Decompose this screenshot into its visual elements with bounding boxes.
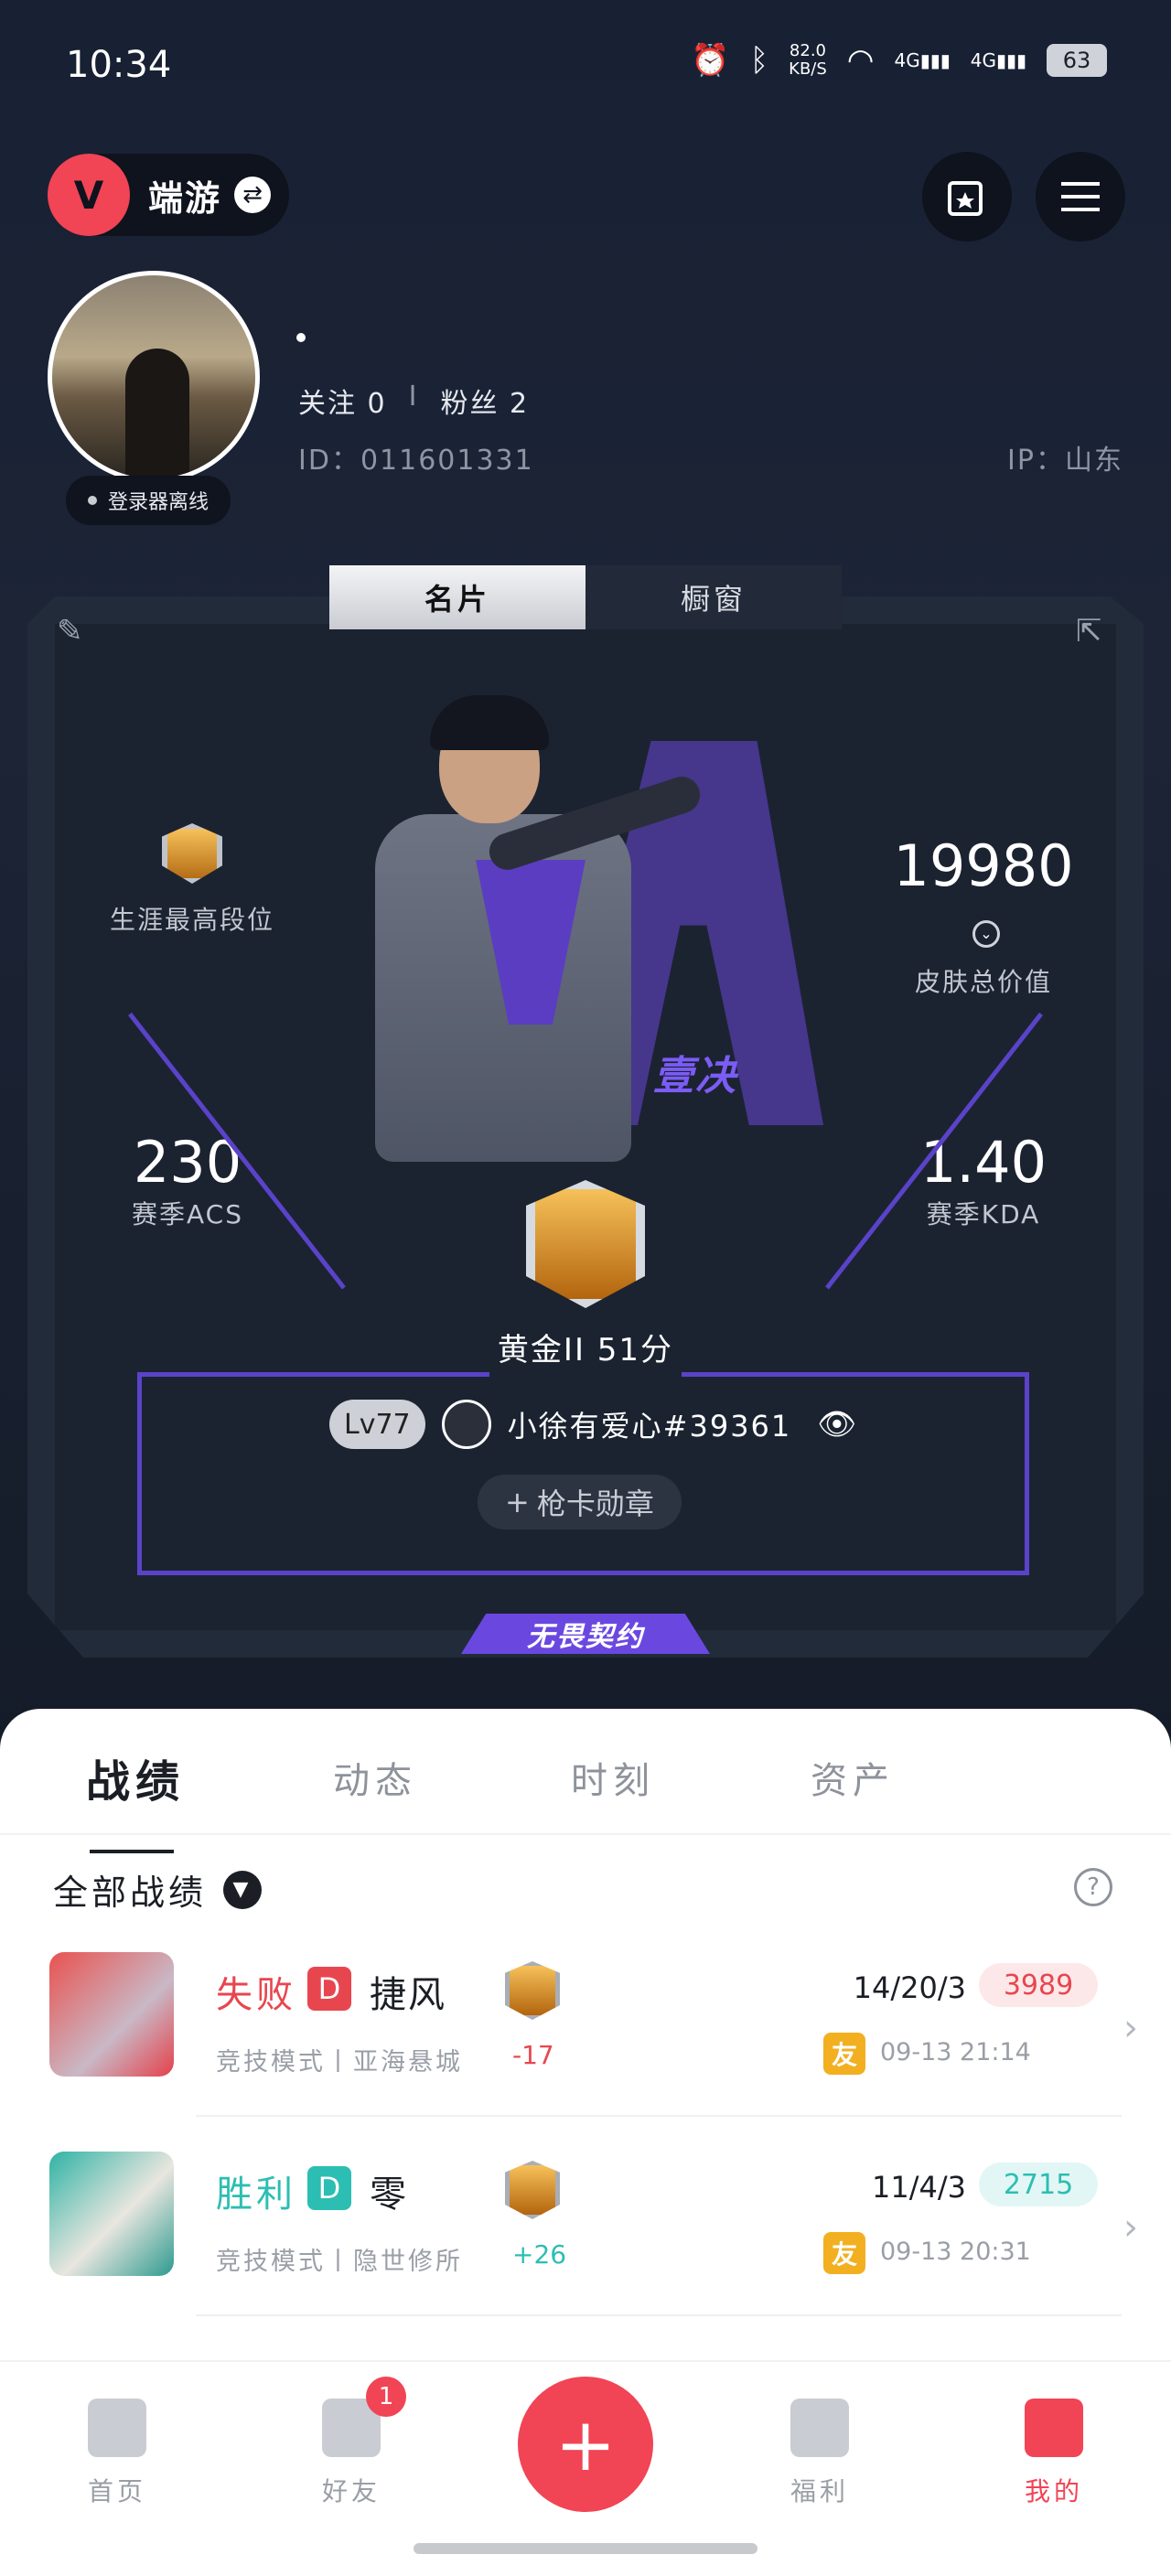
agent-avatar bbox=[49, 2152, 174, 2276]
contract-banner: 无畏契约 bbox=[461, 1614, 710, 1654]
match-row[interactable]: 胜利 D 零 竞技模式丨隐世修所 +26 11/4/3 2715 友 09-13… bbox=[0, 2152, 1171, 2334]
nav-benefits[interactable]: 福利 bbox=[756, 2399, 884, 2508]
add-medal-button[interactable]: + 枪卡勋章 bbox=[478, 1475, 682, 1530]
wifi-icon: ◠ bbox=[846, 42, 875, 79]
edit-icon[interactable]: ✎ bbox=[57, 613, 83, 649]
fans-count[interactable]: 粉丝 2 bbox=[441, 381, 530, 421]
battery-icon: 63 bbox=[1047, 44, 1107, 77]
status-icons: ⏰ ᛒ 82.0 KB/S ◠ 4G▮▮▮ 4G▮▮▮ 63 bbox=[691, 42, 1107, 79]
alarm-icon: ⏰ bbox=[691, 42, 730, 79]
create-post-button[interactable]: + bbox=[518, 2377, 653, 2512]
avatar[interactable] bbox=[48, 271, 260, 483]
tab-showcase[interactable]: 橱窗 bbox=[586, 565, 842, 629]
career-highest-rank: 生涯最高段位 bbox=[101, 823, 284, 937]
rank-icon bbox=[505, 2161, 560, 2219]
bluetooth-icon: ᛒ bbox=[749, 42, 769, 79]
plus-icon: + bbox=[554, 2401, 617, 2487]
user-id: ID：011601331 bbox=[298, 445, 534, 477]
card-tabs: 名片 橱窗 bbox=[329, 565, 842, 629]
friend-badge: 友 bbox=[823, 2033, 865, 2075]
agent-portrait bbox=[338, 695, 705, 1171]
active-tab-indicator bbox=[90, 1850, 174, 1853]
player-name: 小徐有爱心#39361 bbox=[507, 1409, 792, 1444]
tab-business-card[interactable]: 名片 bbox=[329, 565, 586, 629]
valorant-logo-icon: V bbox=[48, 154, 130, 236]
home-icon bbox=[88, 2399, 146, 2457]
notification-badge: 1 bbox=[366, 2377, 406, 2417]
skin-total-value[interactable]: 19980⌄ 皮肤总价值 bbox=[878, 834, 1089, 999]
home-indicator[interactable] bbox=[414, 2543, 757, 2554]
share-icon[interactable]: ⇱ bbox=[1076, 613, 1102, 649]
eye-icon[interactable]: 👁 bbox=[817, 1406, 856, 1443]
help-icon[interactable]: ? bbox=[1074, 1868, 1112, 1906]
tab-assets[interactable]: 资产 bbox=[811, 1751, 895, 1804]
launcher-status-badge: 登录器离线 bbox=[66, 476, 231, 525]
chevron-right-icon: › bbox=[1123, 2007, 1138, 2049]
profile-icon bbox=[1025, 2399, 1083, 2457]
nav-mine[interactable]: 我的 bbox=[990, 2399, 1118, 2508]
current-rank: 黄金II 51分 bbox=[489, 1180, 682, 1369]
player-info-row: Lv77 小徐有爱心#39361 👁 bbox=[329, 1400, 856, 1449]
tab-moments[interactable]: 时刻 bbox=[571, 1751, 655, 1804]
chevron-down-icon: ▼ bbox=[223, 1870, 263, 1909]
nickname bbox=[296, 333, 306, 342]
status-time: 10:34 bbox=[66, 44, 172, 86]
swap-icon: ⇄ bbox=[234, 177, 272, 213]
game-switcher[interactable]: V 端游 ⇄ bbox=[48, 154, 289, 236]
nav-friends[interactable]: 好友 bbox=[287, 2399, 415, 2508]
gift-icon bbox=[790, 2399, 849, 2457]
chevron-down-icon: ⌄ bbox=[972, 919, 1000, 948]
follow-stats: 关注 0 I 粉丝 2 bbox=[298, 381, 530, 421]
network-speed: 82.0 KB/S bbox=[789, 41, 827, 79]
record-filter[interactable]: 全部战绩 ▼ bbox=[53, 1864, 263, 1915]
season-acs: 230 赛季ACS bbox=[132, 1129, 243, 1230]
chevron-right-icon: › bbox=[1123, 2206, 1138, 2249]
status-bar: 10:34 ⏰ ᛒ 82.0 KB/S ◠ 4G▮▮▮ 4G▮▮▮ 63 bbox=[0, 0, 1171, 128]
tab-records[interactable]: 战绩 bbox=[86, 1745, 185, 1809]
hamburger-menu-icon bbox=[1061, 182, 1100, 211]
tab-feed[interactable]: 动态 bbox=[333, 1751, 417, 1804]
season-kda: 1.40 赛季KDA bbox=[919, 1129, 1047, 1230]
following-count[interactable]: 关注 0 bbox=[298, 381, 387, 421]
match-row[interactable]: 失败 D 捷风 竞技模式丨亚海悬城 -17 14/20/3 3989 友 09-… bbox=[0, 1952, 1171, 2135]
ip-location: IP：山东 bbox=[1007, 445, 1123, 477]
signal-icon: 4G▮▮▮ bbox=[894, 49, 951, 71]
plus-icon: + bbox=[505, 1485, 530, 1519]
gold-rank-icon bbox=[526, 1180, 645, 1308]
rank-icon bbox=[505, 1961, 560, 2020]
level-badge: Lv77 bbox=[329, 1400, 425, 1449]
content-tabs: 战绩 动态 时刻 资产 bbox=[0, 1745, 1171, 1853]
friend-badge: 友 bbox=[823, 2232, 865, 2274]
nav-home[interactable]: 首页 bbox=[53, 2399, 181, 2508]
career-rank-icon bbox=[162, 823, 222, 884]
brand-name: 端游 bbox=[148, 177, 222, 219]
card-star-icon bbox=[948, 181, 983, 216]
agent-tag: 壹决 bbox=[653, 1053, 737, 1100]
player-mini-avatar bbox=[441, 1400, 491, 1449]
card-star-button[interactable] bbox=[922, 152, 1012, 242]
signal-icon: 4G▮▮▮ bbox=[970, 49, 1026, 71]
agent-avatar bbox=[49, 1952, 174, 2077]
menu-button[interactable] bbox=[1036, 152, 1125, 242]
